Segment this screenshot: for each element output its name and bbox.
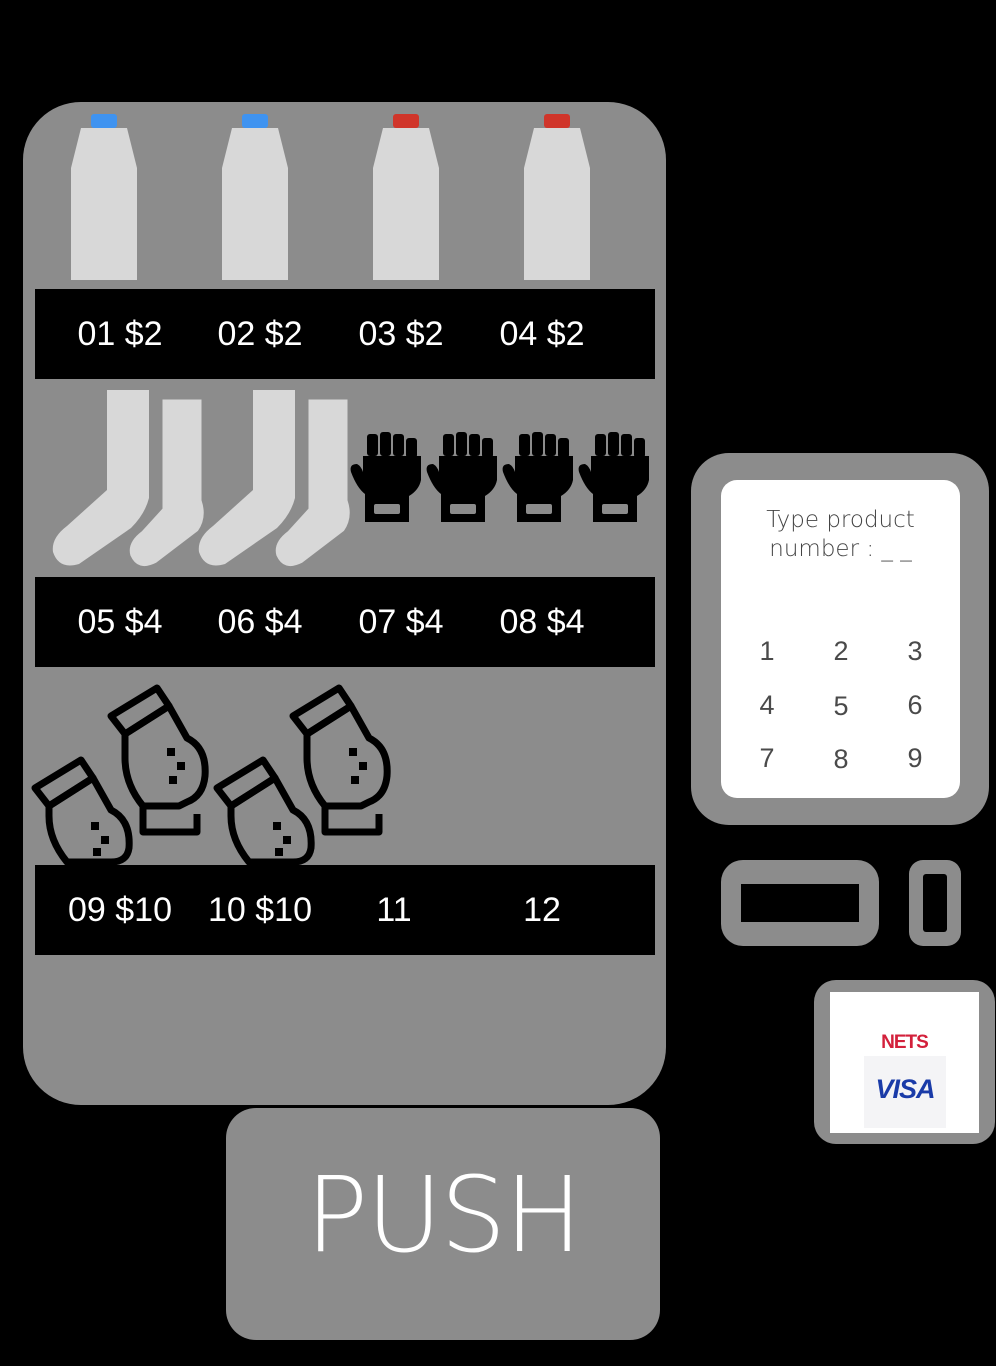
shelf-label-bar-1: 01 $2 02 $2 03 $2 04 $2 xyxy=(35,289,655,379)
shelf-label-bar-2: 05 $4 06 $4 07 $4 08 $4 xyxy=(35,577,655,667)
push-door-button[interactable]: PUSH xyxy=(226,1108,660,1340)
product-09-knee-pad-icon[interactable] xyxy=(27,676,217,866)
keypad-key-3[interactable]: 3 xyxy=(893,631,937,671)
keypad-panel: Type product number : _ _ 1 2 3 4 5 6 7 … xyxy=(691,453,989,825)
product-06-socks-icon[interactable] xyxy=(195,388,365,570)
bill-slot[interactable] xyxy=(721,860,879,946)
product-label-12: 12 xyxy=(523,891,561,929)
shelf-label-bar-3: 09 $10 10 $10 11 12 xyxy=(35,865,655,955)
product-10-knee-pad-icon[interactable] xyxy=(209,676,399,866)
product-label-11: 11 xyxy=(376,891,412,929)
nets-logo: NETS xyxy=(881,1032,929,1053)
visa-logo-box: VISA xyxy=(864,1056,946,1128)
product-label-10: 10 $10 xyxy=(208,891,312,929)
card-reader-face: NETS VISA xyxy=(830,992,979,1133)
product-label-03: 03 $2 xyxy=(358,315,444,353)
push-label: PUSH xyxy=(305,1154,582,1276)
prompt-line-1: Type product xyxy=(766,507,915,533)
product-05-socks-icon[interactable] xyxy=(49,388,219,570)
product-label-02: 02 $2 xyxy=(217,315,303,353)
bottle-cap-icon xyxy=(544,114,570,128)
coin-slot-opening xyxy=(923,874,947,932)
bottle-cap-icon xyxy=(393,114,419,128)
keypad-screen: Type product number : _ _ 1 2 3 4 5 6 7 … xyxy=(721,480,960,798)
card-reader[interactable]: NETS VISA xyxy=(814,980,995,1144)
keypad-key-4[interactable]: 4 xyxy=(745,685,789,725)
product-02-bottle[interactable] xyxy=(220,112,290,282)
product-label-08: 08 $4 xyxy=(499,603,585,641)
keypad-key-9[interactable]: 9 xyxy=(893,738,937,778)
keypad-key-6[interactable]: 6 xyxy=(893,685,937,725)
product-label-01: 01 $2 xyxy=(77,315,163,353)
bottle-cap-icon xyxy=(242,114,268,128)
product-07-glove-icon[interactable] xyxy=(425,432,501,524)
keypad-key-8[interactable]: 8 xyxy=(819,739,863,779)
keypad-key-1[interactable]: 1 xyxy=(745,631,789,671)
prompt-line-2: number : _ _ xyxy=(769,536,912,562)
product-label-06: 06 $4 xyxy=(217,603,303,641)
keypad-key-5[interactable]: 5 xyxy=(819,686,863,726)
keypad-key-2[interactable]: 2 xyxy=(819,631,863,671)
product-label-04: 04 $2 xyxy=(499,315,585,353)
vending-machine-cabinet: 01 $2 02 $2 03 $2 04 $2 05 $4 06 $4 07 $… xyxy=(23,102,666,1105)
product-03-bottle[interactable] xyxy=(371,112,441,282)
visa-logo: VISA xyxy=(875,1074,935,1104)
bottle-cap-icon xyxy=(91,114,117,128)
product-label-07: 07 $4 xyxy=(358,603,444,641)
product-label-05: 05 $4 xyxy=(77,603,163,641)
product-08-glove-icon[interactable] xyxy=(501,432,577,524)
product-04-bottle[interactable] xyxy=(522,112,592,282)
product-01-bottle[interactable] xyxy=(69,112,139,282)
keypad-key-7[interactable]: 7 xyxy=(745,738,789,778)
coin-slot[interactable] xyxy=(909,860,961,946)
product-07-glove-icon[interactable] xyxy=(349,432,425,524)
product-08-glove-icon[interactable] xyxy=(577,432,653,524)
product-number-prompt: Type product number : _ _ xyxy=(721,506,960,564)
product-label-09: 09 $10 xyxy=(68,891,172,929)
bill-slot-opening xyxy=(741,884,859,922)
